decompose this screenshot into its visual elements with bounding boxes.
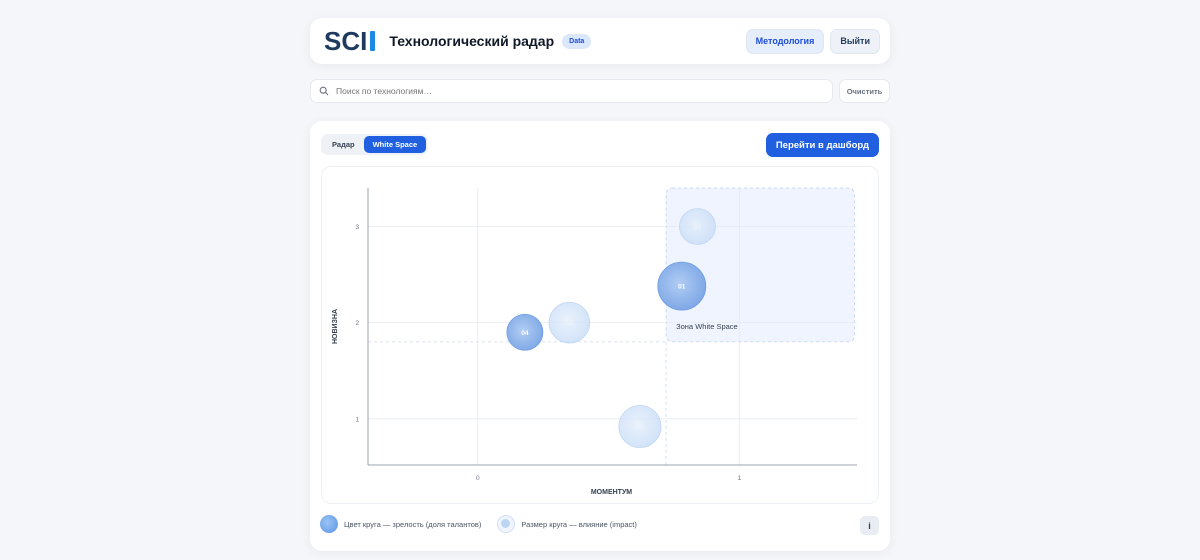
view-tabs: Радар White Space [321,134,429,155]
tab-white-space[interactable]: White Space [363,136,427,153]
info-button[interactable]: i [860,516,879,535]
search-bar [310,79,833,103]
page-title: Технологический радар [389,33,555,49]
app-header: SCI Технологический радар Data Методолог… [310,18,890,64]
bubble-label: 01 [678,284,686,291]
search-icon [319,86,329,96]
logout-button[interactable]: Выйти [830,28,880,54]
y-axis-label: НОВИЗНА [332,309,339,344]
zone-label: Зона White Space [676,322,738,331]
main-card: Радар White Space Перейти в дашборд Зона… [310,121,890,551]
search-input[interactable] [336,86,816,96]
clear-button[interactable]: Очистить [839,79,890,103]
tab-radar[interactable]: Радар [323,136,364,153]
bubble-label: 07 [694,224,702,231]
x-tick-label: 1 [738,475,742,482]
impact-size-swatch [497,515,516,533]
bubble-label: 10 [566,320,574,327]
white-space-chart: Зона White Space0 1123МОМЕНТУМНОВИЗНА0104… [332,187,857,496]
legend-size-text: Размер круга — влияние (impact) [521,519,637,529]
y-tick-label: 3 [355,224,359,231]
methodology-button[interactable]: Методология [745,28,825,54]
bubble-label: 04 [521,330,529,337]
maturity-color-swatch [320,515,338,533]
x-tick-label: 0 [476,475,480,482]
legend-color-text: Цвет круга — зрелость (доля талантов) [344,519,482,529]
logo-text: SCI [324,25,368,56]
chart-legend: Цвет круга — зрелость (доля талантов) Ра… [320,515,637,533]
bubble-label: 03 [636,424,644,431]
y-tick-label: 2 [355,320,359,327]
x-axis-label: МОМЕНТУМ [591,489,632,496]
logo: SCI [324,25,376,57]
chart-container: Зона White Space 0 1 1 2 3 МОМЕНТУМ НОВИЗНА 01 04… [321,166,879,504]
y-tick-label: 1 [355,416,359,423]
data-badge: Data [562,33,592,49]
logo-bar [370,31,376,51]
go-to-dashboard-button[interactable]: Перейти в дашборд [765,133,879,157]
